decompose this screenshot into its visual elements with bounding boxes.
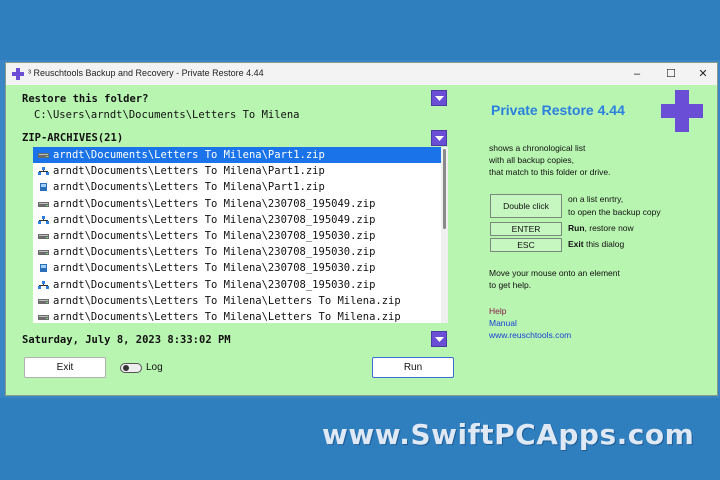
- website-link[interactable]: www.reuschtools.com: [489, 330, 571, 340]
- archive-list-item[interactable]: arndt\Documents\Letters To Milena\Part1.…: [33, 179, 441, 195]
- zip-archives-label: ZIP-ARCHIVES(21): [22, 132, 124, 144]
- desktop-background-top: [0, 0, 720, 60]
- archive-list-item-text: arndt\Documents\Letters To Milena\Letter…: [53, 294, 401, 307]
- minimize-button[interactable]: –: [622, 65, 652, 83]
- watermark: www.SwiftPCApps.com: [322, 418, 695, 451]
- double-click-desc-1: on a list enrtry,: [568, 194, 624, 204]
- date-dropdown-button[interactable]: [431, 331, 447, 347]
- close-button[interactable]: ✕: [688, 65, 718, 83]
- brand-title: Private Restore 4.44: [491, 102, 625, 118]
- enter-key-button[interactable]: ENTER: [490, 222, 562, 236]
- archive-list-item[interactable]: arndt\Documents\Letters To Milena\230708…: [33, 244, 441, 260]
- backup-date: Saturday, July 8, 2023 8:33:02 PM: [22, 334, 231, 346]
- double-click-button[interactable]: Double click: [490, 194, 562, 218]
- hint-line-1: Move your mouse onto an element: [489, 268, 620, 278]
- app-window: ³ Reuschtools Backup and Recovery - Priv…: [5, 62, 718, 396]
- archives-dropdown-button[interactable]: [431, 130, 447, 146]
- esc-key-desc: Exit this dialog: [568, 239, 624, 249]
- toggle-knob: [123, 365, 129, 371]
- archive-list-item[interactable]: arndt\Documents\Letters To Milena\230708…: [33, 228, 441, 244]
- maximize-button[interactable]: ☐: [656, 65, 686, 83]
- archive-list[interactable]: arndt\Documents\Letters To Milena\Part1.…: [33, 147, 448, 323]
- chevron-down-icon: [435, 96, 444, 101]
- archive-list-item-text: arndt\Documents\Letters To Milena\230708…: [53, 213, 376, 226]
- archive-list-item-text: arndt\Documents\Letters To Milena\230708…: [53, 197, 376, 210]
- archive-list-item[interactable]: arndt\Documents\Letters To Milena\230708…: [33, 212, 441, 228]
- esc-key-button[interactable]: ESC: [490, 238, 562, 252]
- archive-list-item[interactable]: arndt\Documents\Letters To Milena\230708…: [33, 196, 441, 212]
- archive-list-item-text: arndt\Documents\Letters To Milena\230708…: [53, 230, 376, 242]
- drive-icon: [38, 298, 49, 304]
- info-line-3: that match to this folder or drive.: [489, 167, 611, 177]
- archive-list-item-text: arndt\Documents\Letters To Milena\Letter…: [53, 311, 401, 323]
- archive-list-item-text: arndt\Documents\Letters To Milena\Part1.…: [53, 165, 325, 178]
- network-icon: [38, 167, 49, 176]
- archive-list-item-text: arndt\Documents\Letters To Milena\230708…: [53, 262, 376, 275]
- list-scrollbar[interactable]: [441, 147, 448, 323]
- drive-icon: [38, 153, 49, 158]
- archive-list-item[interactable]: arndt\Documents\Letters To Milena\Part1.…: [33, 147, 441, 163]
- network-icon: [38, 215, 49, 224]
- archive-list-item-text: arndt\Documents\Letters To Milena\Part1.…: [53, 181, 325, 194]
- title-bar: ³ Reuschtools Backup and Recovery - Priv…: [6, 63, 717, 85]
- app-cross-icon: [12, 68, 24, 80]
- enter-desc-rest: , restore now: [584, 223, 634, 233]
- archive-list-item[interactable]: arndt\Documents\Letters To Milena\Letter…: [33, 293, 441, 309]
- hint-line-2: to get help.: [489, 280, 532, 290]
- chevron-down-icon: [435, 337, 444, 342]
- log-label: Log: [146, 362, 163, 373]
- archive-list-item[interactable]: arndt\Documents\Letters To Milena\230708…: [33, 260, 441, 276]
- drive-icon: [38, 201, 49, 207]
- folder-dropdown-button[interactable]: [431, 90, 447, 106]
- archive-list-item[interactable]: arndt\Documents\Letters To Milena\Part1.…: [33, 163, 441, 179]
- chevron-down-icon: [435, 136, 444, 141]
- enter-key-desc: Run, restore now: [568, 223, 634, 233]
- brand-cross-icon: [661, 90, 703, 132]
- double-click-desc-2: to open the backup copy: [568, 207, 661, 217]
- info-line-2: with all backup copies,: [489, 155, 575, 165]
- scroll-thumb[interactable]: [443, 149, 446, 229]
- esc-desc-rest: this dialog: [583, 239, 625, 249]
- esc-desc-bold: Exit: [568, 239, 584, 249]
- archive-list-item[interactable]: arndt\Documents\Letters To Milena\230708…: [33, 277, 441, 293]
- log-toggle[interactable]: [120, 363, 142, 373]
- manual-link[interactable]: Manual: [489, 318, 517, 328]
- usb-icon: [40, 264, 47, 273]
- window-title: ³ Reuschtools Backup and Recovery - Priv…: [28, 68, 264, 78]
- restore-folder-path: C:\Users\arndt\Documents\Letters To Mile…: [34, 109, 300, 121]
- run-button[interactable]: Run: [372, 357, 454, 378]
- drive-icon: [38, 234, 49, 239]
- usb-icon: [40, 183, 47, 192]
- archive-list-item[interactable]: arndt\Documents\Letters To Milena\Letter…: [33, 309, 441, 323]
- drive-icon: [38, 250, 49, 256]
- exit-button[interactable]: Exit: [24, 357, 106, 378]
- help-link[interactable]: Help: [489, 306, 506, 316]
- info-line-1: shows a chronological list: [489, 143, 586, 153]
- archive-list-item-text: arndt\Documents\Letters To Milena\230708…: [53, 278, 376, 291]
- network-icon: [38, 280, 49, 289]
- archive-list-item-text: arndt\Documents\Letters To Milena\230708…: [53, 246, 376, 259]
- restore-folder-label: Restore this folder?: [22, 93, 149, 105]
- archive-list-item-text: arndt\Documents\Letters To Milena\Part1.…: [53, 149, 325, 161]
- enter-desc-bold: Run: [568, 223, 585, 233]
- drive-icon: [38, 315, 49, 320]
